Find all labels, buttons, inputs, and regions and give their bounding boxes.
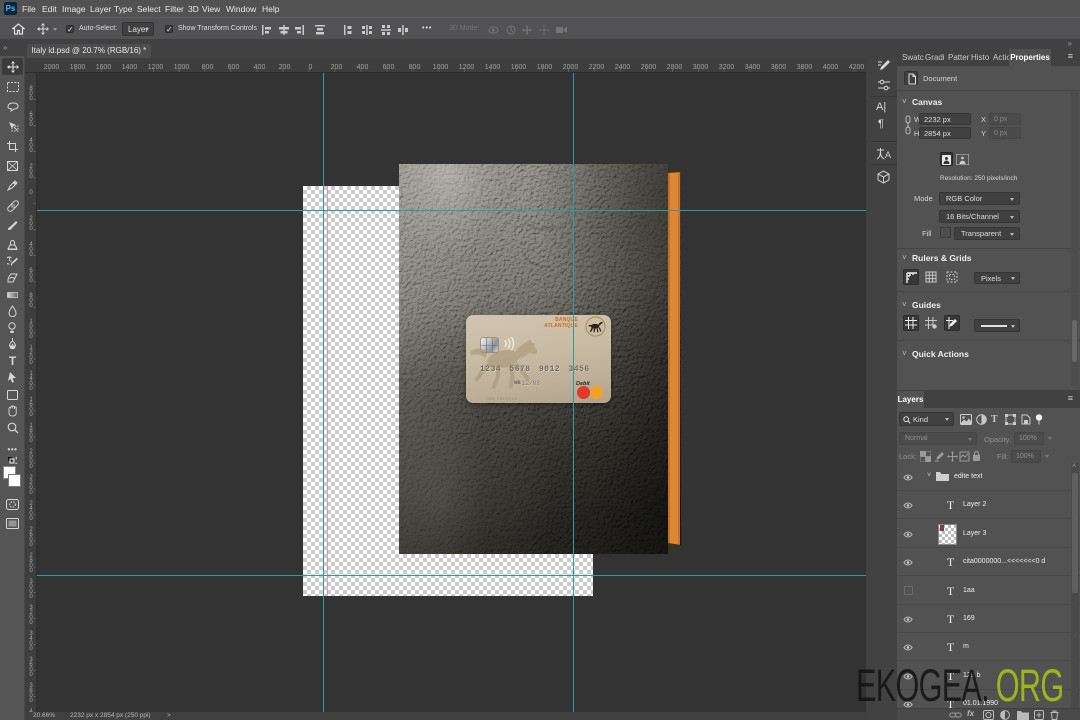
- svg-text:A: A: [885, 150, 891, 160]
